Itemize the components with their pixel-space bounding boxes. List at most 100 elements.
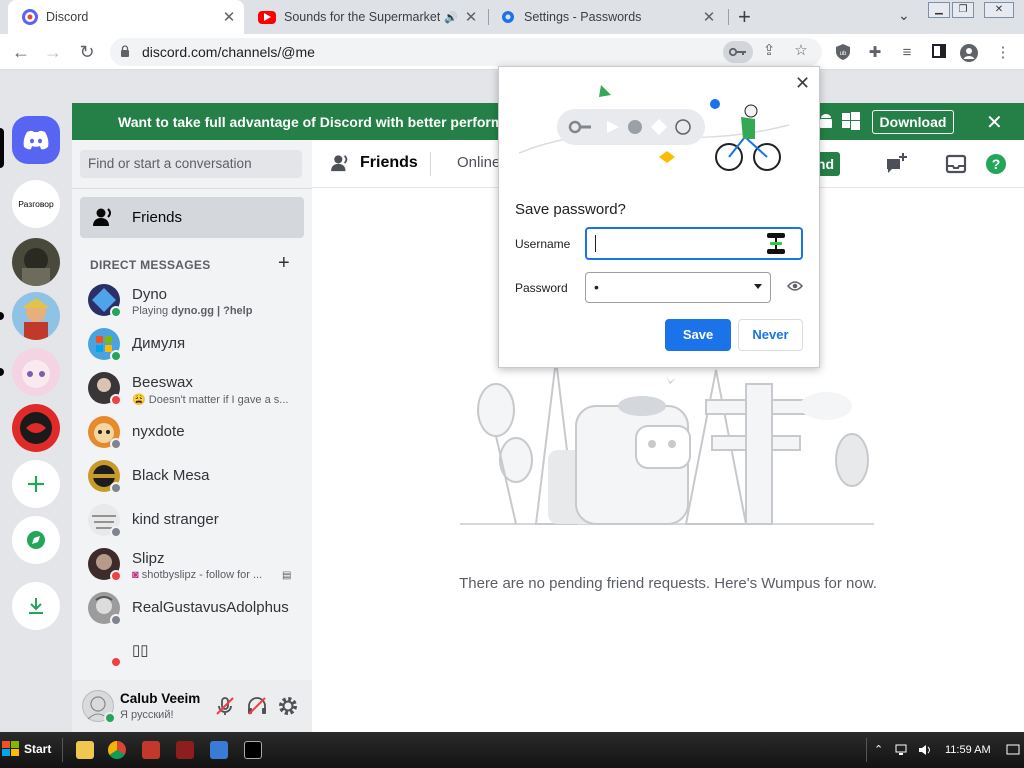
forward-arrow-icon[interactable]: → xyxy=(42,41,64,63)
inbox-icon[interactable] xyxy=(944,152,968,176)
selected-pill xyxy=(0,128,4,168)
os-taskbar: Start ⌃ 11:59 AM xyxy=(0,732,1024,768)
tab-sounds[interactable]: Sounds for the Supermarket 🔊 ✕ xyxy=(252,0,486,34)
notification-icon[interactable] xyxy=(1006,743,1020,757)
tab-online[interactable]: Online xyxy=(457,154,500,171)
show-password-eye-icon[interactable] xyxy=(787,280,803,292)
new-tab-icon[interactable]: + xyxy=(738,4,751,30)
server-razgovor[interactable]: Разговор xyxy=(12,180,60,228)
discord-home-icon[interactable] xyxy=(12,116,60,164)
chevron-down-icon[interactable]: ⌄ xyxy=(898,7,910,24)
divider xyxy=(430,152,431,176)
svg-text:ub: ub xyxy=(840,51,847,57)
media-queue-icon[interactable]: ≡ xyxy=(898,44,916,62)
never-button[interactable]: Never xyxy=(738,319,803,351)
server-avatar-1[interactable] xyxy=(12,238,60,286)
close-window-icon[interactable]: ✕ xyxy=(984,2,1014,18)
network-icon[interactable] xyxy=(894,743,908,757)
dm-item-dyno[interactable]: Dyno Playing dyno.gg | ?help xyxy=(80,279,304,321)
dm-item-nyxdote[interactable]: nyxdote xyxy=(80,411,304,453)
start-button[interactable]: Start xyxy=(2,737,54,761)
status-offline-icon xyxy=(110,438,122,450)
password-select[interactable]: • xyxy=(585,272,771,303)
close-tab-icon[interactable]: ✕ xyxy=(462,8,480,26)
key-icon[interactable] xyxy=(723,41,753,63)
status-dnd-icon xyxy=(110,394,122,406)
discord-favicon-icon xyxy=(22,9,38,25)
deafen-headphones-icon[interactable] xyxy=(246,695,268,717)
dm-item-slipz[interactable]: Slipz ◙ shotbyslipz - follow for ... ▤ xyxy=(80,543,304,585)
ublock-shield-icon[interactable]: ub xyxy=(834,44,852,62)
tab-title: Discord xyxy=(46,10,89,24)
profile-avatar-icon[interactable] xyxy=(960,44,978,62)
close-tab-icon[interactable]: ✕ xyxy=(220,8,238,26)
status-offline-icon xyxy=(110,482,122,494)
command-prompt-icon[interactable] xyxy=(244,741,262,759)
dm-item-dimulya[interactable]: Димуля xyxy=(80,323,304,365)
volume-icon[interactable] xyxy=(918,743,932,757)
kebab-menu-icon[interactable]: ⋮ xyxy=(994,44,1012,62)
windows-flag-icon xyxy=(2,741,19,756)
extensions-puzzle-icon[interactable]: ✚ xyxy=(866,44,884,62)
browser-toolbar: ← → ↻ discord.com/channels/@me ⇪ ☆ ub ✚ … xyxy=(0,34,1024,70)
tab-title: Sounds for the Supermarket xyxy=(284,10,441,24)
dialog-title: Save password? xyxy=(515,201,626,218)
user-settings-gear-icon[interactable] xyxy=(277,695,299,717)
tab-discord[interactable]: Discord ✕ xyxy=(8,0,244,34)
app-icon[interactable] xyxy=(142,741,160,759)
username-input[interactable] xyxy=(585,227,803,260)
dm-item-black-mesa[interactable]: Black Mesa xyxy=(80,455,304,497)
youtube-favicon-icon xyxy=(258,10,276,24)
side-panel-icon[interactable] xyxy=(930,44,948,62)
friends-nav-item[interactable]: Friends xyxy=(80,197,304,238)
new-group-dm-icon[interactable] xyxy=(884,152,908,176)
dm-item-beeswax[interactable]: Beeswax 😩 Doesn't matter if I gave a s..… xyxy=(80,367,304,409)
back-arrow-icon[interactable]: ← xyxy=(10,41,32,63)
help-icon[interactable]: ? xyxy=(984,152,1008,176)
tab-separator xyxy=(728,9,729,25)
conversation-search[interactable]: Find or start a conversation xyxy=(80,150,302,178)
direct-messages-header: DIRECT MESSAGES xyxy=(90,258,211,272)
restore-window-icon[interactable]: ❐ xyxy=(952,2,974,18)
close-icon[interactable]: ✕ xyxy=(795,73,810,94)
server-avatar-4[interactable] xyxy=(12,404,60,452)
add-server-icon[interactable] xyxy=(12,460,60,508)
app-icon[interactable] xyxy=(176,741,194,759)
tab-title: Settings - Passwords xyxy=(524,10,642,24)
save-button[interactable]: Save xyxy=(665,319,731,351)
share-icon[interactable]: ⇪ xyxy=(760,42,778,60)
android-icon xyxy=(820,114,832,128)
user-panel: Calub Veeim Я русский! xyxy=(72,680,312,732)
tab-settings[interactable]: Settings - Passwords ✕ xyxy=(494,0,724,34)
wumpus-illustration xyxy=(460,359,874,525)
create-dm-icon[interactable]: + xyxy=(278,252,290,275)
chrome-icon[interactable] xyxy=(108,741,126,759)
dm-custom-status: ◙ shotbyslipz - follow for ... xyxy=(132,569,263,581)
explore-compass-icon[interactable] xyxy=(12,516,60,564)
browser-tabstrip: Discord ✕ Sounds for the Supermarket 🔊 ✕… xyxy=(0,0,1024,34)
server-avatar-2[interactable] xyxy=(12,292,60,340)
remote-desktop-icon[interactable] xyxy=(210,741,228,759)
tab-separator xyxy=(488,9,489,25)
reload-icon[interactable]: ↻ xyxy=(76,41,98,63)
friends-wave-icon xyxy=(93,208,111,226)
dm-item-unnamed[interactable]: ▯▯ xyxy=(80,631,304,673)
mute-microphone-icon[interactable] xyxy=(214,695,236,717)
text-cursor-icon xyxy=(767,233,785,254)
minimize-window-icon[interactable]: ▁ xyxy=(928,2,950,18)
server-avatar-3[interactable] xyxy=(12,348,60,396)
dm-item-realgustavusadolphus[interactable]: RealGustavusAdolphus xyxy=(80,587,304,629)
bookmark-star-icon[interactable]: ☆ xyxy=(792,42,810,60)
divider xyxy=(62,738,63,762)
download-apps-icon[interactable] xyxy=(12,582,60,630)
username-label: Username xyxy=(515,237,571,251)
download-button[interactable]: Download xyxy=(872,110,954,134)
tray-expand-icon[interactable]: ⌃ xyxy=(874,743,888,757)
close-tab-icon[interactable]: ✕ xyxy=(700,8,718,26)
dm-item-kind-stranger[interactable]: kind stranger xyxy=(80,499,304,541)
file-explorer-icon[interactable] xyxy=(76,741,94,759)
dropdown-arrow-icon xyxy=(754,284,762,289)
address-bar[interactable]: discord.com/channels/@me ⇪ ☆ xyxy=(110,38,822,66)
speaker-icon[interactable]: 🔊 xyxy=(444,11,458,24)
close-banner-icon[interactable]: ✕ xyxy=(986,110,1003,135)
